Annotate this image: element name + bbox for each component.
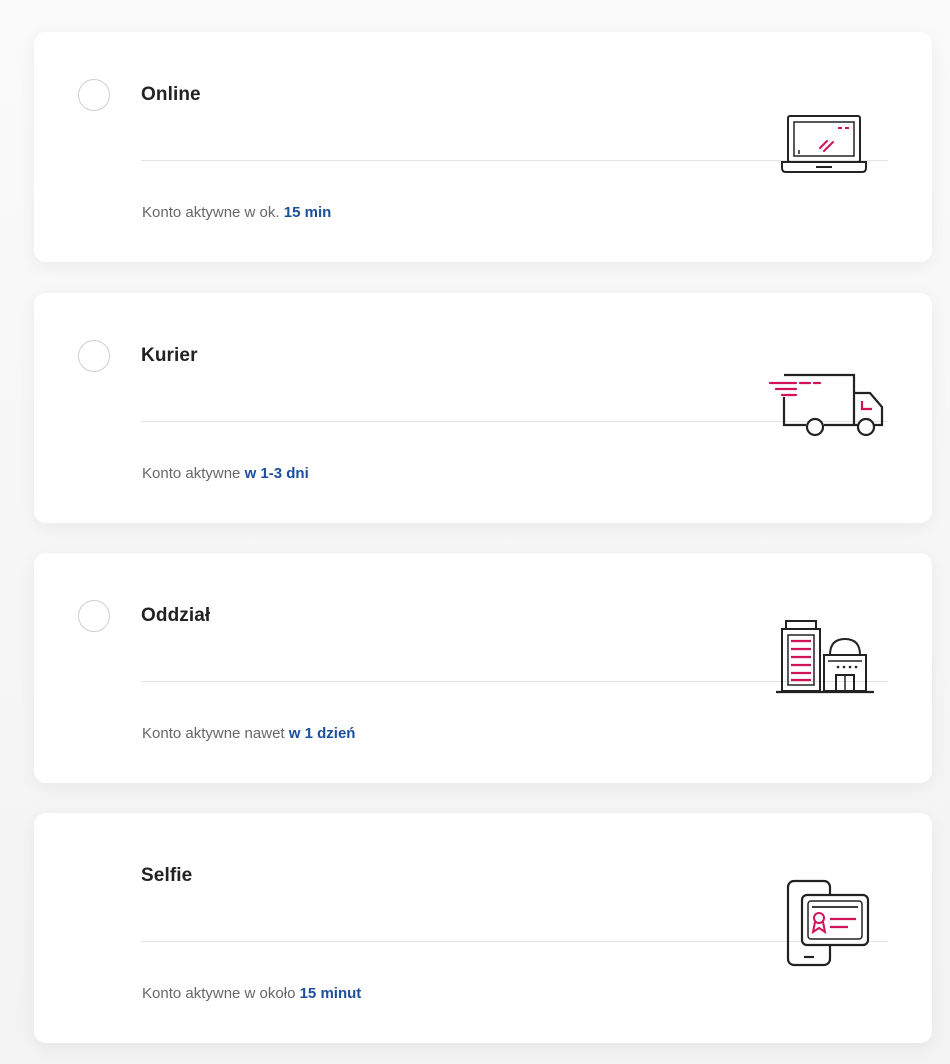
option-description: Konto aktywne nawet w 1 dzień xyxy=(142,725,355,742)
laptop-icon xyxy=(781,115,867,173)
desc-prefix: Konto aktywne w ok. xyxy=(142,204,284,221)
radio-branch[interactable] xyxy=(78,600,110,632)
account-opening-options: Online Konto aktywne w ok. 15 min Kurier… xyxy=(0,0,950,1064)
desc-highlight: w 1-3 dni xyxy=(244,465,309,482)
bank-branch-icon xyxy=(776,620,874,694)
phone-id-card-icon xyxy=(786,879,870,967)
desc-highlight: w 1 dzień xyxy=(288,725,356,742)
radio-courier[interactable] xyxy=(78,340,110,372)
option-card-online[interactable]: Online Konto aktywne w ok. 15 min xyxy=(34,32,932,262)
desc-prefix: Konto aktywne w około xyxy=(142,985,300,1002)
option-title: Oddział xyxy=(141,605,211,626)
option-title: Selfie xyxy=(141,865,193,886)
desc-prefix: Konto aktywne xyxy=(142,465,245,482)
option-title: Online xyxy=(141,84,201,105)
option-description: Konto aktywne w ok. 15 min xyxy=(142,204,331,221)
option-card-branch[interactable]: Oddział Konto aktywne nawet w 1 dzień xyxy=(34,553,932,783)
delivery-truck-icon xyxy=(768,373,884,437)
option-description: Konto aktywne w około 15 minut xyxy=(142,985,361,1002)
option-card-selfie[interactable]: Selfie Konto aktywne w około 15 minut xyxy=(34,813,932,1043)
desc-highlight: 15 min xyxy=(283,204,332,221)
divider xyxy=(141,941,888,942)
option-card-courier[interactable]: Kurier Konto aktywne w 1-3 dni xyxy=(34,293,932,523)
option-description: Konto aktywne w 1-3 dni xyxy=(142,465,309,482)
radio-online[interactable] xyxy=(78,79,110,111)
desc-prefix: Konto aktywne nawet xyxy=(142,725,289,742)
desc-highlight: 15 minut xyxy=(299,985,362,1002)
divider xyxy=(141,160,888,161)
option-title: Kurier xyxy=(141,345,198,366)
